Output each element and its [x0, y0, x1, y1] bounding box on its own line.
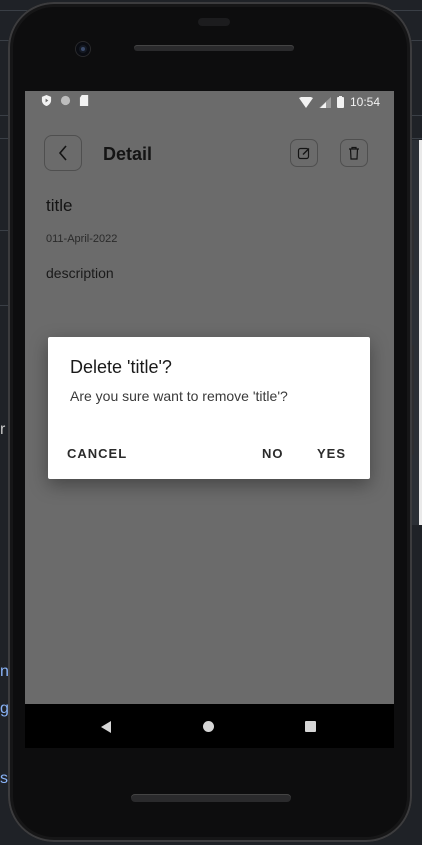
note-date: 011-April-2022	[46, 233, 118, 245]
status-icons-right: 10:54	[298, 95, 380, 109]
back-button[interactable]	[44, 135, 82, 171]
delete-confirm-dialog: Delete 'title'? Are you sure want to rem…	[48, 337, 370, 479]
page-title: Detail	[103, 144, 153, 164]
nav-home-icon[interactable]	[203, 721, 214, 732]
yes-button[interactable]: YES	[317, 446, 346, 461]
play-protect-icon	[41, 95, 52, 106]
sd-card-icon	[79, 95, 89, 106]
note-title: title	[46, 196, 73, 215]
no-button[interactable]: NO	[262, 446, 284, 461]
nav-back-icon[interactable]	[101, 721, 111, 733]
edit-button[interactable]	[290, 139, 318, 167]
front-camera	[76, 42, 90, 56]
trash-icon	[349, 146, 359, 160]
dialog-message: Are you sure want to remove 'title'?	[70, 388, 288, 404]
status-time: 10:54	[349, 95, 380, 109]
earpiece-speaker	[134, 45, 294, 51]
app-bar: Detail	[25, 135, 394, 175]
ide-text-fragment: s	[0, 770, 8, 787]
cell-signal-icon	[318, 96, 331, 108]
dialog-title: Delete 'title'?	[70, 357, 172, 377]
bottom-speaker	[131, 794, 291, 802]
note-description: description	[46, 265, 114, 281]
circle-status-icon	[60, 95, 71, 106]
chevron-left-icon	[58, 145, 67, 161]
ide-text-fragment: r	[0, 421, 6, 438]
wifi-icon	[298, 96, 313, 108]
edit-icon	[297, 147, 310, 160]
nav-recents-icon[interactable]	[305, 721, 316, 732]
top-sensor	[198, 18, 230, 26]
system-nav-bar	[25, 704, 394, 748]
delete-button[interactable]	[340, 139, 368, 167]
cancel-button[interactable]: CANCEL	[67, 446, 127, 461]
status-bar: 10:54	[25, 91, 394, 113]
battery-icon	[336, 96, 344, 108]
status-icons-left	[41, 95, 90, 106]
